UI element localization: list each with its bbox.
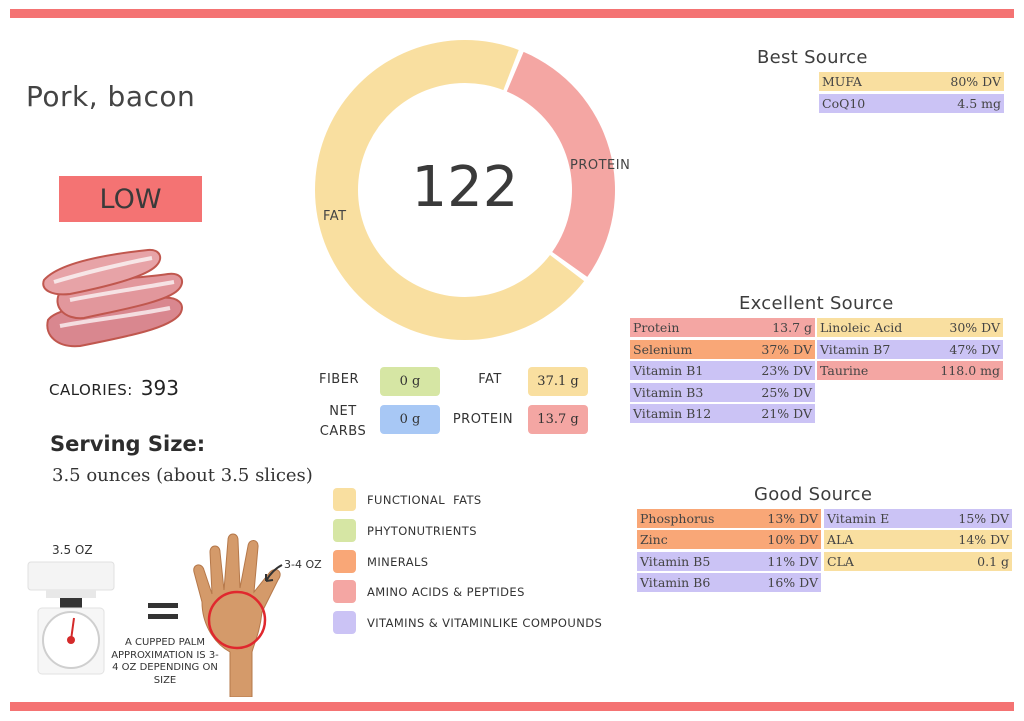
nutrient-row: Vitamin B1 23% DV	[630, 361, 815, 380]
nutrient-name: CLA	[827, 553, 854, 569]
fat-label: FAT	[478, 372, 502, 387]
nutrient-row: Phosphorus 13% DV	[637, 509, 821, 528]
nutrient-value: 14% DV	[958, 532, 1009, 548]
nutrient-row: Vitamin B5 11% DV	[637, 551, 821, 571]
nutrient-name: Phosphorus	[640, 511, 715, 526]
nutrient-name: Zinc	[640, 532, 668, 548]
arrow-icon	[265, 564, 283, 582]
nutrient-name: Protein	[633, 320, 680, 335]
calories: CALORIES: 393	[49, 376, 179, 400]
nutrient-row: CLA 0.1 g	[824, 551, 1012, 571]
calories-value: 393	[140, 376, 179, 400]
nutrient-value: 11% DV	[767, 553, 818, 569]
nutrient-name: Vitamin B1	[633, 363, 704, 378]
bottom-accent-bar	[10, 702, 1014, 711]
nutrient-row: CoQ10 4.5 mg	[819, 93, 1004, 113]
legend-swatch	[333, 611, 356, 634]
legend-label: AMINO ACIDS & PEPTIDES	[367, 585, 525, 599]
nutrient-name: Vitamin E	[827, 511, 890, 526]
serving-size-value: 3.5 ounces (about 3.5 slices)	[52, 465, 313, 486]
level-badge: LOW	[59, 176, 202, 222]
nutrient-row: Taurine 118.0 mg	[817, 361, 1003, 380]
nutrient-value: 21% DV	[761, 406, 812, 421]
donut-center-value: 122	[411, 155, 519, 220]
food-title: Pork, bacon	[26, 80, 196, 113]
protein-label: PROTEIN	[452, 412, 514, 427]
hand-palm-icon	[193, 533, 281, 697]
nutrient-value: 47% DV	[949, 341, 1000, 357]
calories-label: CALORIES:	[49, 381, 133, 399]
nutrient-row: Protein 13.7 g	[630, 318, 815, 337]
nutrient-name: MUFA	[822, 74, 862, 89]
fiber-value: 0 g	[380, 367, 440, 396]
nutrient-value: 118.0 mg	[940, 363, 1000, 378]
nutrient-name: Vitamin B12	[633, 406, 712, 421]
legend-swatch	[333, 519, 356, 542]
nutrient-name: Selenium	[633, 341, 693, 357]
kitchen-scale-icon	[27, 561, 115, 675]
nutrient-value: 13% DV	[767, 511, 818, 526]
nutrient-name: CoQ10	[822, 95, 866, 111]
legend-swatch	[333, 550, 356, 573]
nutrient-row: Vitamin B12 21% DV	[630, 404, 815, 423]
net-carbs-value: 0 g	[380, 405, 440, 434]
net-carbs-label: NET CARBS	[313, 402, 373, 442]
net-carbs-label-line2: CARBS	[319, 424, 367, 439]
nutrient-row: Zinc 10% DV	[637, 530, 821, 550]
nutrient-value: 30% DV	[949, 320, 1000, 335]
nutrient-name: Vitamin B6	[640, 574, 711, 590]
nutrient-row: MUFA 80% DV	[819, 72, 1004, 91]
bacon-image	[42, 248, 184, 348]
fiber-label: FIBER	[319, 372, 359, 387]
nutrient-name: Linoleic Acid	[820, 320, 903, 335]
nutrient-value: 4.5 mg	[957, 95, 1001, 111]
legend-label: PHYTONUTRIENTS	[367, 524, 477, 538]
nutrient-row: Vitamin B6 16% DV	[637, 572, 821, 592]
good-source-heading: Good Source	[754, 484, 873, 505]
nutrient-value: 37% DV	[761, 341, 812, 357]
nutrient-name: Taurine	[820, 363, 869, 378]
nutrient-value: 80% DV	[950, 74, 1001, 89]
nutrient-value: 13.7 g	[772, 320, 812, 335]
nutrient-name: Vitamin B5	[640, 553, 711, 569]
equals-sign	[148, 603, 178, 625]
protein-value: 13.7 g	[528, 405, 588, 434]
nutrient-value: 15% DV	[958, 511, 1009, 526]
legend-label: FUNCTIONAL FATS	[367, 493, 482, 507]
donut-label-fat: FAT	[323, 209, 347, 224]
nutrient-name: ALA	[827, 532, 854, 548]
legend-label: VITAMINS & VITAMINLIKE COMPOUNDS	[367, 616, 603, 630]
nutrient-row: Linoleic Acid 30% DV	[817, 318, 1003, 337]
nutrient-value: 23% DV	[761, 363, 812, 378]
legend-label: MINERALS	[367, 555, 429, 569]
nutrient-name: Vitamin B3	[633, 384, 704, 400]
top-accent-bar	[10, 9, 1014, 18]
nutrient-value: 0.1 g	[977, 553, 1009, 569]
legend-swatch	[333, 488, 356, 511]
nutrient-row: Selenium 37% DV	[630, 339, 815, 359]
nutrient-row: Vitamin B7 47% DV	[817, 339, 1003, 359]
nutrient-row: Vitamin B3 25% DV	[630, 382, 815, 402]
excellent-source-heading: Excellent Source	[739, 293, 894, 314]
net-carbs-label-line1: NET	[329, 404, 357, 419]
nutrient-row: Vitamin E 15% DV	[824, 509, 1012, 528]
nutrient-row: ALA 14% DV	[824, 530, 1012, 550]
serving-size-heading: Serving Size:	[50, 432, 206, 456]
nutrient-value: 25% DV	[761, 384, 812, 400]
legend-swatch	[333, 580, 356, 603]
scale-weight-label: 3.5 OZ	[52, 543, 93, 557]
nutrient-value: 16% DV	[767, 574, 818, 590]
nutrient-value: 10% DV	[767, 532, 818, 548]
hand-portion-label: 3-4 OZ	[284, 558, 322, 571]
best-source-heading: Best Source	[757, 47, 868, 68]
fat-value: 37.1 g	[528, 367, 588, 396]
donut-label-protein: PROTEIN	[570, 158, 631, 173]
nutrient-name: Vitamin B7	[820, 341, 891, 357]
